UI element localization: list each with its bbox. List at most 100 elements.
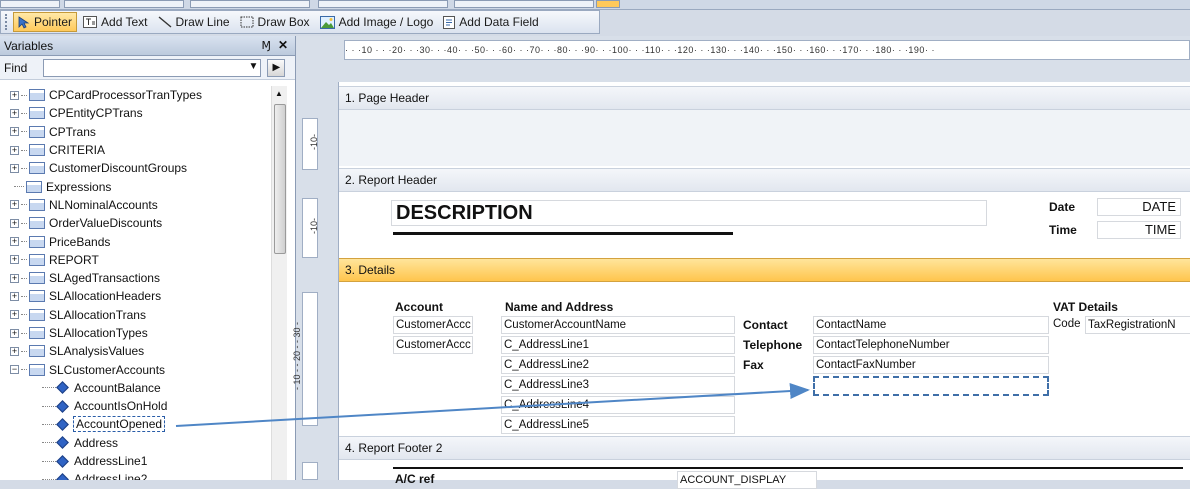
- expand-icon[interactable]: +: [10, 237, 19, 247]
- address-line-1-field[interactable]: C_AddressLine1: [501, 336, 735, 354]
- scroll-up-icon[interactable]: ▲: [275, 89, 283, 98]
- contact-fax-field[interactable]: ContactFaxNumber: [813, 356, 1049, 374]
- tree-node-field[interactable]: AccountIsOnHold: [0, 397, 272, 415]
- collapse-icon[interactable]: −: [10, 365, 19, 375]
- close-icon[interactable]: ✕: [278, 38, 288, 52]
- toolbar-grip[interactable]: [5, 14, 9, 30]
- address-line-2-field[interactable]: C_AddressLine2: [501, 356, 735, 374]
- account-label[interactable]: Account: [395, 300, 443, 314]
- draw-box-button[interactable]: Draw Box: [236, 12, 314, 32]
- contact-label[interactable]: Contact: [743, 318, 788, 332]
- contact-name-field[interactable]: ContactName: [813, 316, 1049, 334]
- ac-ref-label[interactable]: A/C ref: [395, 472, 434, 486]
- band-report-footer[interactable]: 4. Report Footer 2: [339, 436, 1190, 460]
- tree-node-table[interactable]: + NLNominalAccounts: [0, 196, 272, 214]
- tree-node-table[interactable]: + CPTrans: [0, 123, 272, 141]
- time-field[interactable]: TIME: [1097, 221, 1181, 239]
- page-header-area[interactable]: [339, 110, 1190, 166]
- address-line-4-field[interactable]: C_AddressLine4: [501, 396, 735, 414]
- tree-node-table[interactable]: + CPCardProcessorTranTypes: [0, 86, 272, 104]
- account-display-field[interactable]: ACCOUNT_DISPLAY: [677, 471, 817, 489]
- customer-account-field-1[interactable]: CustomerAccc: [393, 316, 473, 334]
- expand-icon[interactable]: +: [10, 273, 19, 283]
- expand-icon[interactable]: +: [10, 200, 19, 210]
- date-field[interactable]: DATE: [1097, 198, 1181, 216]
- tree-node-field[interactable]: AccountBalance: [0, 379, 272, 397]
- tree-node-table[interactable]: + SLAllocationHeaders: [0, 287, 272, 305]
- find-row: Find ▼ ▶: [0, 56, 295, 80]
- tree-node-field[interactable]: AddressLine2: [0, 470, 272, 480]
- tree-scrollbar[interactable]: ▲: [271, 86, 287, 480]
- customer-name-field[interactable]: CustomerAccountName: [501, 316, 735, 334]
- expand-icon[interactable]: +: [10, 310, 19, 320]
- date-label[interactable]: Date: [1049, 200, 1075, 214]
- pointer-button[interactable]: Pointer: [13, 12, 78, 32]
- field-icon: [56, 454, 69, 468]
- band-details[interactable]: 3. Details: [339, 258, 1190, 282]
- table-icon: [29, 327, 45, 339]
- address-line-5-field[interactable]: C_AddressLine5: [501, 416, 735, 434]
- pin-icon[interactable]: Ɱ: [262, 39, 272, 52]
- tree-node-table[interactable]: + SLAnalysisValues: [0, 342, 272, 360]
- tree-node-table[interactable]: + CustomerDiscountGroups: [0, 159, 272, 177]
- footer-rule[interactable]: [393, 467, 1183, 469]
- tree-node-table[interactable]: + SLAllocationTrans: [0, 306, 272, 324]
- image-icon: [319, 15, 335, 29]
- tree-node-table[interactable]: + PriceBands: [0, 232, 272, 250]
- expand-icon[interactable]: +: [10, 145, 19, 155]
- expand-icon[interactable]: +: [10, 291, 19, 301]
- expand-icon[interactable]: +: [10, 328, 19, 338]
- report-header-area[interactable]: DESCRIPTION Date DATE Time TIME: [339, 192, 1190, 256]
- drop-target-placeholder[interactable]: [813, 376, 1049, 396]
- customer-account-field-2[interactable]: CustomerAccc: [393, 336, 473, 354]
- tree-node-table[interactable]: − SLCustomerAccounts: [0, 360, 272, 378]
- chevron-down-icon[interactable]: ▼: [248, 61, 258, 72]
- tree-node-table[interactable]: + SLAgedTransactions: [0, 269, 272, 287]
- expand-icon[interactable]: +: [10, 255, 19, 265]
- tree-node-table[interactable]: + CRITERIA: [0, 141, 272, 159]
- table-icon: [29, 162, 45, 175]
- telephone-label[interactable]: Telephone: [743, 338, 802, 352]
- add-image-button[interactable]: Add Image / Logo: [316, 12, 438, 32]
- expand-icon[interactable]: +: [10, 218, 19, 228]
- expand-icon[interactable]: +: [10, 346, 19, 356]
- vat-code-label[interactable]: Code: [1051, 316, 1085, 334]
- band-report-header[interactable]: 2. Report Header: [339, 168, 1190, 192]
- expand-icon[interactable]: +: [10, 90, 19, 100]
- tree-node-table[interactable]: + OrderValueDiscounts: [0, 214, 272, 232]
- header-rule[interactable]: [393, 232, 733, 235]
- draw-line-button[interactable]: Draw Line: [154, 12, 234, 32]
- tree-node-table[interactable]: + REPORT: [0, 251, 272, 269]
- tree-node-label: SLAllocationHeaders: [49, 289, 162, 304]
- tree-node-table[interactable]: + SLAllocationTypes: [0, 324, 272, 342]
- tree-node-label: SLAllocationTypes: [49, 326, 148, 340]
- tree-node-table[interactable]: Expressions: [0, 177, 272, 195]
- tree-node-field[interactable]: AddressLine1: [0, 452, 272, 470]
- details-area[interactable]: Account Name and Address VAT Details Cus…: [339, 282, 1190, 434]
- name-address-label[interactable]: Name and Address: [505, 300, 613, 314]
- report-footer-area[interactable]: A/C ref ACCOUNT_DISPLAY: [339, 460, 1190, 489]
- vat-details-label[interactable]: VAT Details: [1053, 300, 1118, 314]
- contact-telephone-field[interactable]: ContactTelephoneNumber: [813, 336, 1049, 354]
- address-line-3-field[interactable]: C_AddressLine3: [501, 376, 735, 394]
- tree-node-label: SLAnalysisValues: [49, 344, 145, 359]
- expand-icon[interactable]: +: [10, 127, 19, 137]
- add-data-field-button[interactable]: Add Data Field: [439, 12, 542, 32]
- scroll-thumb[interactable]: [274, 104, 286, 254]
- tree-node-field[interactable]: AccountOpened: [0, 415, 272, 433]
- find-go-button[interactable]: ▶: [267, 58, 286, 77]
- expand-icon[interactable]: +: [10, 163, 19, 173]
- pointer-icon: [18, 15, 30, 29]
- time-label[interactable]: Time: [1049, 223, 1077, 237]
- tree-node-table[interactable]: + CPEntityCPTrans: [0, 104, 272, 122]
- tree-node-field[interactable]: Address: [0, 434, 272, 452]
- add-text-button[interactable]: Add Text: [79, 12, 151, 32]
- description-field[interactable]: DESCRIPTION: [391, 200, 987, 226]
- tax-registration-field[interactable]: TaxRegistrationN: [1085, 316, 1190, 334]
- band-page-header[interactable]: 1. Page Header: [339, 86, 1190, 110]
- tree-node-label: AccountBalance: [74, 380, 161, 395]
- find-input[interactable]: ▼: [43, 58, 262, 77]
- fax-label[interactable]: Fax: [743, 358, 764, 372]
- variables-tree: + CPCardProcessorTranTypes + CPEntityCPTran…: [0, 86, 272, 480]
- expand-icon[interactable]: +: [10, 108, 19, 118]
